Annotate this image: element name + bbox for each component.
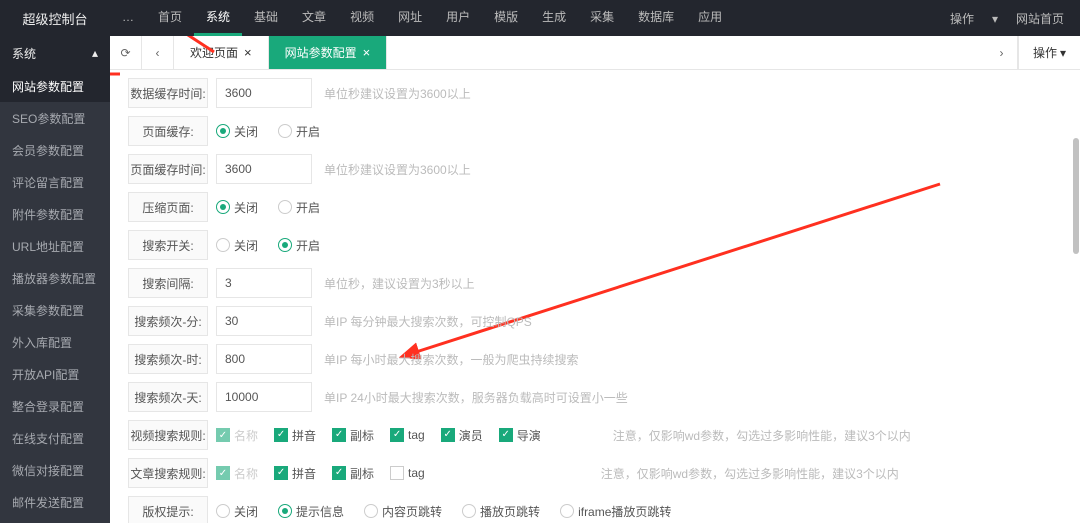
field-label: 压缩页面:: [128, 192, 208, 222]
topnav-item[interactable]: 应用: [686, 0, 734, 36]
art_search_rule-check[interactable]: 拼音: [274, 465, 316, 482]
search_per_hour-input[interactable]: [216, 344, 312, 374]
close-icon[interactable]: ×: [363, 45, 371, 60]
topnav-item[interactable]: 数据库: [626, 0, 686, 36]
hint: 单位秒建议设置为3600以上: [324, 85, 471, 102]
field-label: 数据缓存时间:: [128, 78, 208, 108]
sidebar-item[interactable]: 微信对接配置: [0, 454, 110, 486]
compress-radio[interactable]: 开启: [278, 199, 320, 216]
vod_search_rule-check[interactable]: 演员: [441, 427, 483, 444]
topnav-item[interactable]: 基础: [242, 0, 290, 36]
compress-radio[interactable]: 关闭: [216, 199, 258, 216]
sidebar-item[interactable]: SEO参数配置: [0, 102, 110, 134]
chevron-up-icon: ▴: [92, 46, 98, 60]
hint: 单位秒建议设置为3600以上: [324, 161, 471, 178]
page_cache-radio[interactable]: 开启: [278, 123, 320, 140]
tab-next-icon[interactable]: ›: [986, 36, 1018, 69]
field-label: 页面缓存时间:: [128, 154, 208, 184]
vod_search_rule-check[interactable]: 副标: [332, 427, 374, 444]
field-label: 搜索频次-分:: [128, 306, 208, 336]
hint: 注意，仅影响wd参数，勾选过多影响性能，建议3个以内: [613, 427, 911, 444]
sidebar-item[interactable]: 邮件发送配置: [0, 486, 110, 518]
sidebar-item[interactable]: 开放API配置: [0, 358, 110, 390]
copyright-radio[interactable]: iframe播放页跳转: [560, 503, 671, 520]
search_switch-radio[interactable]: 关闭: [216, 237, 258, 254]
search_switch-radio[interactable]: 开启: [278, 237, 320, 254]
sidebar-item[interactable]: 整合登录配置: [0, 390, 110, 422]
sidebar-item[interactable]: 评论留言配置: [0, 166, 110, 198]
tab[interactable]: 网站参数配置×: [269, 36, 388, 69]
topnav-item[interactable]: 首页: [146, 0, 194, 36]
close-icon[interactable]: ×: [244, 45, 252, 60]
sidebar-item[interactable]: 在线支付配置: [0, 422, 110, 454]
search_per_min-input[interactable]: [216, 306, 312, 336]
copyright-radio[interactable]: 关闭: [216, 503, 258, 520]
topnav-item[interactable]: 文章: [290, 0, 338, 36]
topnav-item[interactable]: 系统: [194, 0, 242, 36]
field-label: 页面缓存:: [128, 116, 208, 146]
data_cache_time-input[interactable]: [216, 78, 312, 108]
field-label: 搜索频次-时:: [128, 344, 208, 374]
field-label: 版权提示:: [128, 496, 208, 523]
tab[interactable]: 欢迎页面×: [174, 36, 269, 69]
vod_search_rule-check[interactable]: 拼音: [274, 427, 316, 444]
field-label: 搜索开关:: [128, 230, 208, 260]
sidebar-item[interactable]: 采集参数配置: [0, 294, 110, 326]
copyright-radio[interactable]: 内容页跳转: [364, 503, 442, 520]
top-ops[interactable]: 操作▾: [932, 10, 998, 27]
field-label: 搜索频次-天:: [128, 382, 208, 412]
hint: 单位秒，建议设置为3秒以上: [324, 275, 475, 292]
brand: 超级控制台: [0, 9, 110, 28]
sidebar-item[interactable]: 会员参数配置: [0, 134, 110, 166]
hint: 单IP 24小时最大搜索次数，服务器负载高时可设置小一些: [324, 389, 628, 406]
topnav-item[interactable]: 网址: [386, 0, 434, 36]
sidebar-item[interactable]: 外入库配置: [0, 326, 110, 358]
sidebar-item[interactable]: URL地址配置: [0, 230, 110, 262]
vod_search_rule-check[interactable]: tag: [390, 428, 425, 442]
topnav-item[interactable]: 生成: [530, 0, 578, 36]
page_cache_time-input[interactable]: [216, 154, 312, 184]
tab-ops[interactable]: 操作▾: [1018, 36, 1080, 69]
topnav-item[interactable]: 视频: [338, 0, 386, 36]
field-label: 搜索间隔:: [128, 268, 208, 298]
copyright-radio[interactable]: 提示信息: [278, 503, 344, 520]
copyright-radio[interactable]: 播放页跳转: [462, 503, 540, 520]
vod_search_rule-check[interactable]: 名称: [216, 427, 258, 444]
field-label: 视频搜索规则:: [128, 420, 208, 450]
page_cache-radio[interactable]: 关闭: [216, 123, 258, 140]
hint: 注意，仅影响wd参数，勾选过多影响性能，建议3个以内: [601, 465, 899, 482]
hint: 单IP 每分钟最大搜索次数，可控制QPS: [324, 313, 532, 330]
topnav-item[interactable]: …: [110, 0, 146, 36]
search_interval-input[interactable]: [216, 268, 312, 298]
search_per_day-input[interactable]: [216, 382, 312, 412]
sidebar-item[interactable]: 附件参数配置: [0, 198, 110, 230]
art_search_rule-check[interactable]: 名称: [216, 465, 258, 482]
sidebar-item[interactable]: 网站参数配置: [0, 70, 110, 102]
field-label: 文章搜索规则:: [128, 458, 208, 488]
chevron-down-icon: ▾: [992, 12, 998, 26]
chevron-down-icon: ▾: [1060, 46, 1066, 60]
topnav-item[interactable]: 模版: [482, 0, 530, 36]
sidebar-category[interactable]: 系统 ▴: [0, 36, 110, 70]
vod_search_rule-check[interactable]: 导演: [499, 427, 541, 444]
top-site-home[interactable]: 网站首页: [1016, 10, 1064, 27]
topnav-item[interactable]: 用户: [434, 0, 482, 36]
art_search_rule-check[interactable]: 副标: [332, 465, 374, 482]
hint: 单IP 每小时最大搜索次数，一般为爬虫持续搜索: [324, 351, 578, 368]
tab-prev-icon[interactable]: ‹: [142, 36, 174, 69]
refresh-icon[interactable]: ⟳: [110, 36, 142, 69]
art_search_rule-check[interactable]: tag: [390, 466, 425, 480]
sidebar-item[interactable]: 短信发送配置: [0, 518, 110, 523]
topnav-item[interactable]: 采集: [578, 0, 626, 36]
sidebar-item[interactable]: 播放器参数配置: [0, 262, 110, 294]
